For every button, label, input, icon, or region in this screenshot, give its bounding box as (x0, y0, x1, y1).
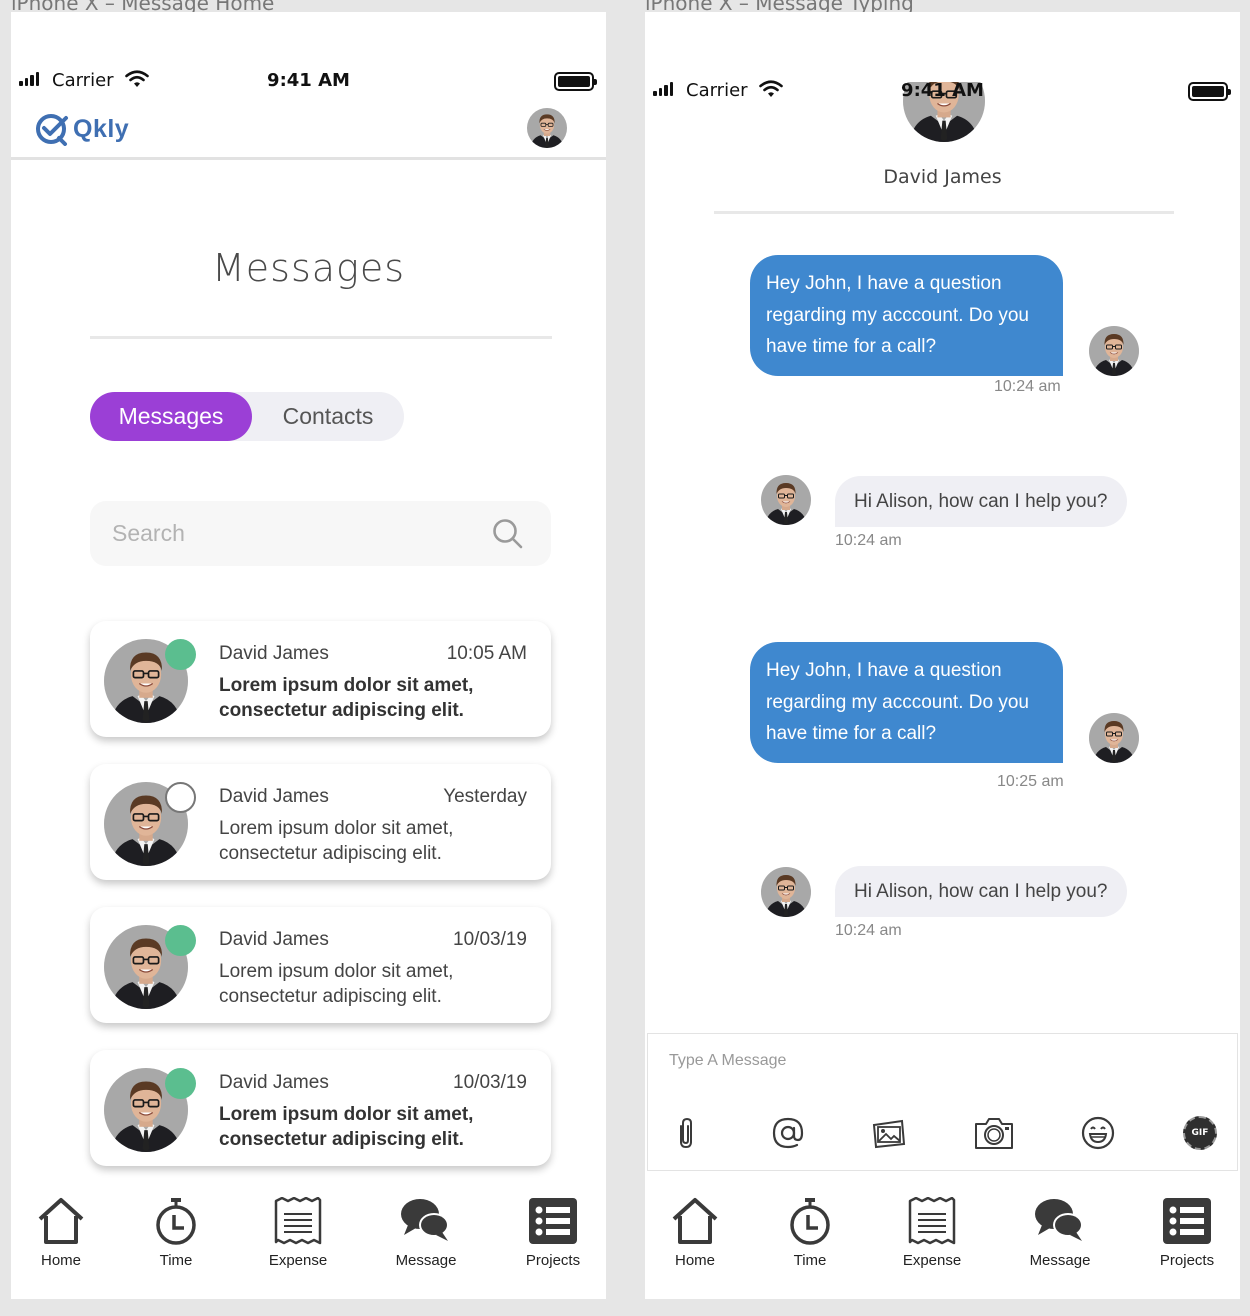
contact-name: David James (219, 786, 329, 807)
nav-projects[interactable]: Projects (518, 1179, 588, 1269)
contact-avatar (761, 475, 811, 525)
nav-label: Home (40, 1252, 81, 1269)
search-icon[interactable] (492, 518, 524, 550)
status-time: 9:41 AM (267, 70, 350, 91)
header-divider (11, 157, 606, 160)
message-preview: Lorem ipsum dolor sit amet, consectetur … (219, 675, 474, 721)
sender-avatar (1089, 713, 1139, 763)
conversation-card[interactable]: David James 10/03/19 Lorem ipsum dolor s… (90, 1050, 551, 1166)
camera-icon[interactable] (974, 1116, 1014, 1150)
message-time: 10/03/19 (453, 929, 527, 950)
messages-contacts-toggle: Messages Contacts (90, 392, 404, 441)
nav-expense[interactable]: Expense (263, 1179, 333, 1269)
image-icon[interactable] (872, 1116, 906, 1150)
tab-messages[interactable]: Messages (90, 392, 252, 441)
outgoing-message-bubble: Hey John, I have a question regarding my… (750, 255, 1063, 376)
home-icon (672, 1198, 718, 1244)
message-home-screen: Carrier 9:41 AM Qkly Messages Messages C… (11, 12, 606, 1299)
emoji-icon[interactable] (1081, 1116, 1115, 1150)
message-typing-screen: Carrier 9:41 AM David James Hey John, I … (645, 12, 1240, 1299)
battery-icon (554, 72, 597, 91)
nav-label: Projects (525, 1252, 581, 1269)
status-bar: Carrier 9:41 AM (11, 64, 606, 104)
paperclip-icon[interactable] (675, 1116, 697, 1150)
message-time: 10/03/19 (453, 1072, 527, 1093)
nav-label: Time (159, 1252, 193, 1269)
nav-label: Message (395, 1252, 457, 1269)
title-divider (90, 336, 552, 339)
gif-label: GIF (1191, 1128, 1209, 1138)
list-icon (529, 1198, 577, 1244)
tab-contacts[interactable]: Contacts (252, 392, 404, 441)
chat-header-divider (714, 211, 1174, 214)
bottom-nav: Home Time Expense Message Projects (645, 1179, 1240, 1299)
conversation-card[interactable]: David James 10/03/19 Lorem ipsum dolor s… (90, 907, 551, 1023)
message-timestamp: 10:24 am (835, 922, 902, 939)
contact-name: David James (219, 1072, 329, 1093)
contact-name: David James (219, 643, 329, 664)
message-timestamp: 10:25 am (997, 773, 1064, 790)
bottom-nav: Home Time Expense Message Projects (11, 1179, 606, 1299)
incoming-message-bubble: Hi Alison, how can I help you? (835, 866, 1127, 917)
nav-label: Projects (1159, 1252, 1215, 1269)
home-icon (38, 1198, 84, 1244)
message-time: Yesterday (443, 786, 527, 807)
chat-contact-name: David James (883, 166, 1002, 188)
nav-message[interactable]: Message (1025, 1179, 1095, 1269)
stopwatch-icon (790, 1198, 830, 1245)
stopwatch-icon (156, 1198, 196, 1245)
page-title: Messages (211, 246, 406, 290)
chat-bubbles-icon (401, 1199, 449, 1241)
logo-text: Qkly (73, 114, 130, 143)
status-bar: Carrier 9:41 AM (645, 74, 1240, 114)
nav-projects[interactable]: Projects (1152, 1179, 1222, 1269)
nav-label: Time (793, 1252, 827, 1269)
contact-avatar (761, 867, 811, 917)
conversation-card[interactable]: David James 10:05 AM Lorem ipsum dolor s… (90, 621, 551, 737)
nav-expense[interactable]: Expense (897, 1179, 967, 1269)
nav-label: Expense (902, 1252, 962, 1269)
nav-label: Home (674, 1252, 715, 1269)
at-sign-icon[interactable] (771, 1116, 805, 1150)
status-time: 9:41 AM (901, 80, 984, 101)
online-status-dot (165, 639, 196, 670)
message-preview: Lorem ipsum dolor sit amet, consectetur … (219, 1104, 474, 1150)
message-input[interactable] (669, 1046, 1169, 1076)
conversation-card[interactable]: David James Yesterday Lorem ipsum dolor … (90, 764, 551, 880)
nav-home[interactable]: Home (665, 1179, 725, 1269)
message-timestamp: 10:24 am (835, 532, 902, 549)
message-time: 10:05 AM (446, 643, 527, 664)
message-composer: GIF (647, 1033, 1238, 1171)
logo-check-icon (36, 114, 68, 146)
message-preview: Lorem ipsum dolor sit amet, consectetur … (219, 961, 454, 1007)
online-status-dot (165, 1068, 196, 1099)
nav-label: Message (1029, 1252, 1091, 1269)
incoming-message-bubble: Hi Alison, how can I help you? (835, 476, 1127, 527)
nav-message[interactable]: Message (391, 1179, 461, 1269)
offline-status-dot (165, 782, 196, 813)
profile-avatar[interactable] (527, 108, 567, 148)
nav-time[interactable]: Time (146, 1179, 206, 1269)
nav-home[interactable]: Home (31, 1179, 91, 1269)
receipt-icon (274, 1197, 322, 1245)
sender-avatar (1089, 326, 1139, 376)
search-input[interactable] (112, 501, 472, 566)
app-logo[interactable]: Qkly (35, 112, 129, 146)
receipt-icon (908, 1197, 956, 1245)
nav-time[interactable]: Time (780, 1179, 840, 1269)
contact-name: David James (219, 929, 329, 950)
outgoing-message-bubble: Hey John, I have a question regarding my… (750, 642, 1063, 763)
search-bar (90, 501, 551, 566)
online-status-dot (165, 925, 196, 956)
nav-label: Expense (268, 1252, 328, 1269)
battery-icon (1188, 82, 1231, 101)
message-preview: Lorem ipsum dolor sit amet, consectetur … (219, 818, 454, 864)
message-timestamp: 10:24 am (994, 378, 1061, 395)
gif-icon[interactable]: GIF (1183, 1116, 1217, 1150)
chat-bubbles-icon (1035, 1199, 1083, 1241)
list-icon (1163, 1198, 1211, 1244)
